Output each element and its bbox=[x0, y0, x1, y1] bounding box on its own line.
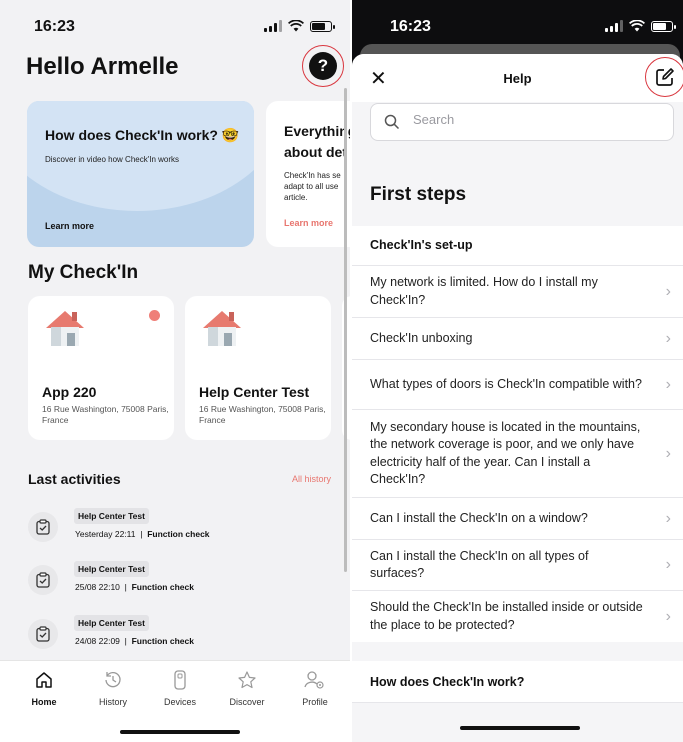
help-sheet: ✕ Help First steps Check'In's set-up My … bbox=[352, 54, 683, 742]
faq-item[interactable]: Can I install the Check'In on a window? › bbox=[352, 498, 683, 540]
category-heading: Check'In's set-up bbox=[352, 226, 683, 266]
tab-label: Profile bbox=[302, 697, 328, 707]
activity-device-tag: Help Center Test bbox=[74, 561, 149, 577]
device-name: App 220 bbox=[42, 384, 97, 400]
status-dot bbox=[149, 310, 160, 321]
search-icon bbox=[384, 114, 400, 130]
tab-profile[interactable]: Profile bbox=[285, 669, 345, 707]
promo-title: How does Check'In work? 🤓 bbox=[45, 127, 240, 143]
activity-device-tag: Help Center Test bbox=[74, 615, 149, 631]
category-heading[interactable]: How does Check'In work? bbox=[352, 661, 683, 703]
chevron-right-icon: › bbox=[665, 444, 671, 462]
promo-text: Check'In has se adapt to all use article… bbox=[284, 171, 341, 202]
tab-label: History bbox=[98, 697, 127, 707]
activity-item[interactable]: Help Center Test Yesterday 22:11 | Funct… bbox=[28, 508, 328, 548]
scrollbar[interactable] bbox=[344, 88, 347, 572]
home-icon bbox=[14, 669, 74, 691]
profile-icon bbox=[285, 669, 345, 691]
device-card[interactable]: App 220 16 Rue Washington, 75008 Paris, … bbox=[28, 296, 174, 440]
chevron-right-icon: › bbox=[665, 555, 671, 573]
house-icon bbox=[46, 311, 84, 346]
faq-list-2: How does Check'In work? bbox=[352, 661, 683, 703]
home-screen: 16:23 Hello Armelle ? How does Check'In … bbox=[0, 0, 350, 742]
help-screen: 16:23 ✕ Help First steps Check'In's set-… bbox=[352, 0, 683, 742]
signal-icon bbox=[605, 20, 623, 32]
tab-label: Devices bbox=[163, 697, 196, 707]
signal-icon bbox=[264, 20, 282, 32]
clipboard-check-icon bbox=[28, 512, 58, 542]
house-icon bbox=[203, 311, 241, 346]
home-indicator bbox=[120, 730, 240, 734]
faq-item[interactable]: My secondary house is located in the mou… bbox=[352, 410, 683, 498]
status-bar: 16:23 bbox=[0, 18, 350, 42]
faq-item[interactable]: What types of doors is Check'In compatib… bbox=[352, 360, 683, 410]
activity-item[interactable]: Help Center Test 24/08 22:09 | Function … bbox=[28, 615, 328, 655]
promo-card-about[interactable]: Everything about det Check'In has se ada… bbox=[266, 101, 350, 247]
search-input[interactable] bbox=[413, 112, 653, 127]
status-time: 16:23 bbox=[34, 18, 75, 35]
activity-device-tag: Help Center Test bbox=[74, 508, 149, 524]
status-bar: 16:23 bbox=[352, 18, 683, 42]
all-history-link[interactable]: All history bbox=[292, 474, 331, 484]
faq-list: Check'In's set-up My network is limited.… bbox=[352, 226, 683, 642]
help-button[interactable]: ? bbox=[309, 52, 337, 80]
tab-devices[interactable]: Devices bbox=[150, 669, 210, 707]
tab-history[interactable]: History bbox=[83, 669, 143, 707]
chevron-right-icon: › bbox=[665, 329, 671, 347]
faq-item[interactable]: My network is limited. How do I install … bbox=[352, 266, 683, 318]
battery-icon bbox=[651, 20, 676, 32]
tab-discover[interactable]: Discover bbox=[217, 669, 277, 707]
clipboard-check-icon bbox=[28, 619, 58, 649]
promo-title: Everything about det bbox=[284, 123, 350, 160]
promo-text: Discover in video how Check'In works bbox=[45, 155, 180, 164]
search-field[interactable] bbox=[370, 103, 674, 141]
section-title: First steps bbox=[370, 184, 467, 205]
tab-label: Discover bbox=[229, 697, 265, 707]
battery-icon bbox=[310, 20, 335, 32]
activity-detail: 25/08 22:10 | Function check bbox=[75, 582, 194, 592]
learn-more-link[interactable]: Learn more bbox=[45, 221, 94, 231]
device-address: 16 Rue Washington, 75008 Paris, France bbox=[42, 404, 169, 426]
device-card[interactable]: Help Center Test 16 Rue Washington, 7500… bbox=[185, 296, 331, 440]
activity-item[interactable]: Help Center Test 25/08 22:10 | Function … bbox=[28, 561, 328, 601]
tab-label: Home bbox=[31, 697, 57, 707]
system-icons bbox=[264, 20, 335, 32]
page-title: Help bbox=[503, 71, 532, 86]
device-address: 16 Rue Washington, 75008 Paris, France bbox=[199, 404, 326, 426]
greeting-title: Hello Armelle bbox=[26, 53, 179, 80]
chevron-right-icon: › bbox=[665, 282, 671, 300]
my-checkin-title: My Check'In bbox=[28, 262, 139, 283]
promo-card-how-it-works[interactable]: How does Check'In work? 🤓 Discover in vi… bbox=[27, 101, 254, 247]
activity-detail: 24/08 22:09 | Function check bbox=[75, 636, 194, 646]
device-name: Help Center Test bbox=[199, 384, 310, 400]
devices-icon bbox=[150, 669, 210, 691]
learn-more-link[interactable]: Learn more bbox=[284, 218, 333, 228]
faq-item[interactable]: Can I install the Check'In on all types … bbox=[352, 540, 683, 591]
activity-detail: Yesterday 22:11 | Function check bbox=[75, 529, 210, 539]
clipboard-check-icon bbox=[28, 565, 58, 595]
compose-icon[interactable] bbox=[655, 67, 675, 87]
home-indicator bbox=[460, 726, 580, 730]
chevron-right-icon: › bbox=[665, 375, 671, 393]
bottom-tab-bar: Home History Devices Discover Profile bbox=[0, 660, 350, 742]
tab-home[interactable]: Home bbox=[14, 669, 74, 707]
faq-item[interactable]: Should the Check'In be installed inside … bbox=[352, 591, 683, 642]
chevron-right-icon: › bbox=[665, 607, 671, 625]
sheet-header: ✕ Help bbox=[352, 54, 683, 102]
faq-item[interactable]: Check'In unboxing › bbox=[352, 318, 683, 360]
last-activities-title: Last activities bbox=[28, 471, 121, 487]
history-icon bbox=[83, 669, 143, 691]
system-icons bbox=[605, 20, 676, 32]
status-time: 16:23 bbox=[390, 18, 431, 35]
wifi-icon bbox=[629, 20, 645, 32]
wifi-icon bbox=[288, 20, 304, 32]
star-icon bbox=[217, 669, 277, 691]
chevron-right-icon: › bbox=[665, 509, 671, 527]
